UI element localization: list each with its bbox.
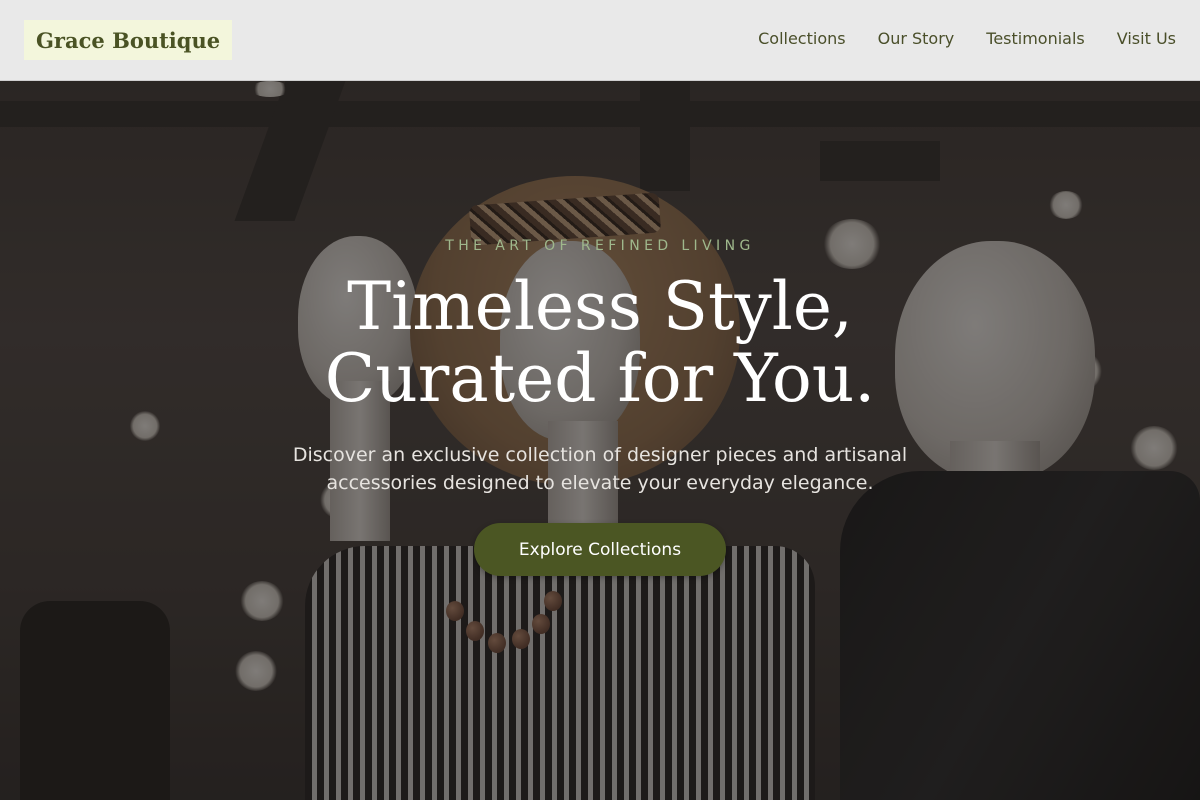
nav-link-our-story[interactable]: Our Story [878,29,955,49]
site-header: Grace Boutique Collections Our Story Tes… [0,0,1200,81]
main-nav: Collections Our Story Testimonials Visit… [758,29,1176,49]
brand-logo[interactable]: Grace Boutique [24,20,233,60]
hero-headline-line-2: Curated for You. [324,340,876,417]
nav-link-testimonials[interactable]: Testimonials [986,29,1085,49]
explore-collections-button[interactable]: Explore Collections [474,523,726,576]
hero-content: THE ART OF REFINED LIVING Timeless Style… [0,81,1200,800]
hero-eyebrow: THE ART OF REFINED LIVING [445,238,755,254]
nav-link-collections[interactable]: Collections [758,29,845,49]
hero-headline: Timeless Style, Curated for You. [0,271,1200,415]
hero-headline-line-1: Timeless Style, [347,268,853,345]
nav-link-visit-us[interactable]: Visit Us [1117,29,1176,49]
hero-subtext: Discover an exclusive collection of desi… [292,444,908,494]
